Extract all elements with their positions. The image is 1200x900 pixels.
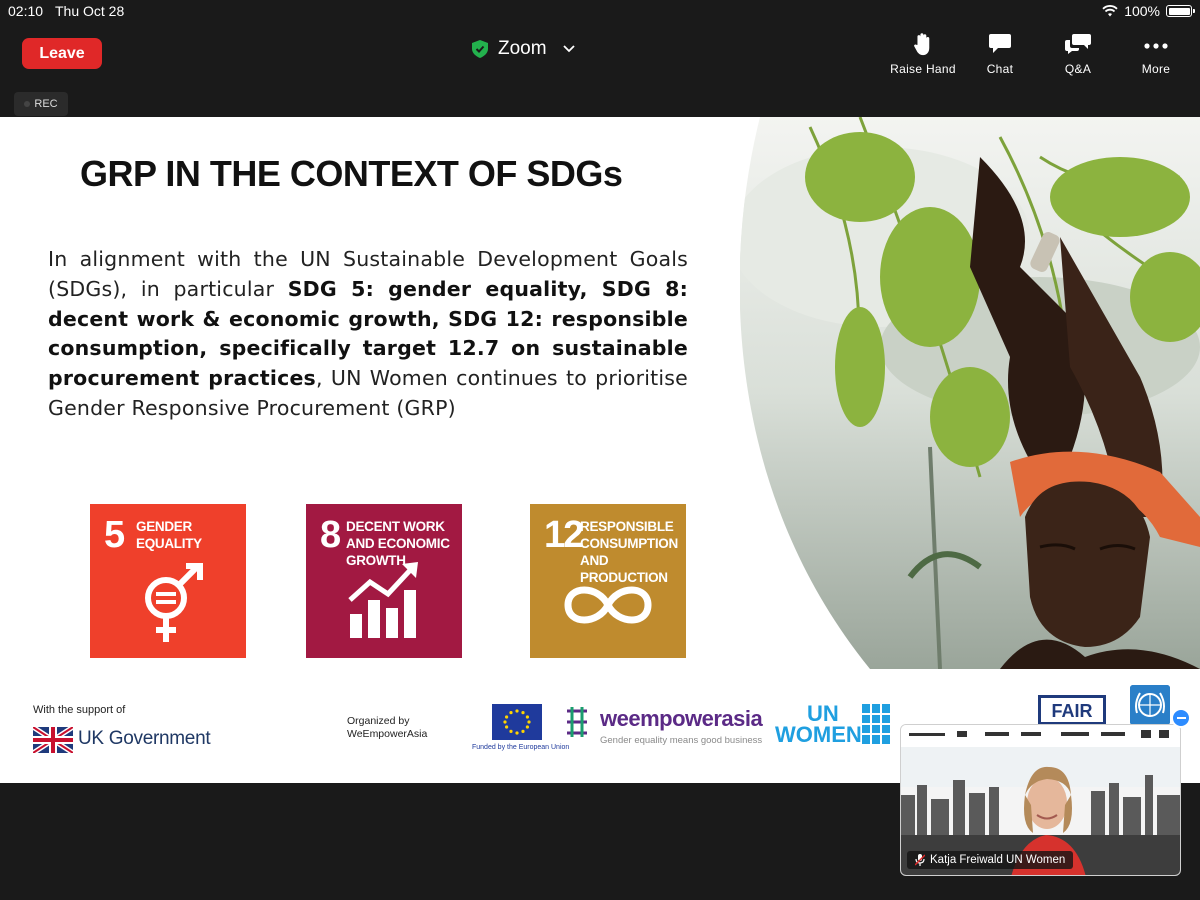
more-button[interactable]: More	[1117, 32, 1195, 76]
economic-growth-icon	[348, 562, 418, 638]
participant-video-thumbnail[interactable]: Katja Freiwald UN Women	[900, 724, 1181, 876]
sdg-8-tile: 8 DECENT WORK AND ECONOMIC GROWTH	[306, 504, 462, 658]
record-dot-icon	[24, 101, 31, 107]
minimize-video-button[interactable]	[1171, 708, 1191, 728]
weempowerasia-logo: weempowerasia	[600, 706, 763, 731]
sdg-5-label: GENDER EQUALITY	[136, 519, 202, 551]
chevron-down-icon	[562, 45, 575, 53]
raise-hand-icon	[914, 33, 930, 56]
more-label: More	[1141, 62, 1171, 76]
organizer-block: Organized by WeEmpowerAsia	[347, 715, 427, 741]
battery-icon	[1166, 5, 1195, 17]
qa-icon	[1065, 34, 1091, 54]
infinity-loop-icon	[564, 586, 652, 624]
un-women-emblem-icon	[862, 704, 890, 744]
uk-government-logo: UK Government	[78, 728, 211, 749]
un-women-logo: UN WOMEN	[775, 701, 862, 747]
meeting-toolbar: Leave Zoom Raise Hand Chat Q&A More	[0, 24, 1200, 82]
chat-label: Chat	[986, 62, 1014, 76]
un-women-line2: WOMEN	[775, 722, 862, 747]
meeting-title: Zoom	[498, 38, 547, 59]
gender-equality-icon	[145, 563, 203, 642]
un-women-line1: UN	[807, 701, 839, 726]
eu-flag-icon	[492, 704, 542, 740]
weempowerasia-tagline: Gender equality means good business	[600, 735, 763, 746]
leave-button[interactable]: Leave	[22, 38, 102, 69]
status-bar: 02:10 Thu Oct 28 100%	[0, 0, 1200, 24]
weempowerasia-mark-icon	[567, 707, 587, 737]
un-emblem-icon	[1130, 685, 1170, 725]
support-text: With the support of	[33, 704, 126, 716]
participant-name: Katja Freiwald UN Women	[930, 854, 1066, 866]
shared-slide: GRP IN THE CONTEXT OF SDGs In alignment …	[0, 117, 1200, 783]
organizer-name: WeEmpowerAsia	[347, 728, 428, 740]
participant-name-tag: Katja Freiwald UN Women	[907, 851, 1074, 869]
sdg-8-number: 8	[320, 514, 341, 556]
shield-check-icon	[472, 40, 488, 58]
organized-by-label: Organized by	[347, 715, 410, 727]
slide-body: In alignment with the UN Sustainable Dev…	[48, 245, 688, 424]
sdg-5-tile: 5 GENDER EQUALITY	[90, 504, 246, 658]
fair-logo: FAIR	[1038, 695, 1106, 725]
muted-mic-icon	[915, 854, 925, 866]
qa-button[interactable]: Q&A	[1039, 32, 1117, 76]
status-date: Thu Oct 28	[55, 3, 125, 19]
more-dots-icon	[1144, 43, 1168, 49]
wifi-icon	[1102, 5, 1118, 17]
chat-button[interactable]: Chat	[961, 32, 1039, 76]
eu-funding-caption: Funded by the European Union	[472, 744, 570, 751]
sdg-5-number: 5	[104, 514, 125, 556]
recording-bar: REC	[0, 82, 1200, 117]
raise-hand-label: Raise Hand	[890, 62, 956, 76]
woman-harvesting-photo	[740, 117, 1200, 669]
raise-hand-button[interactable]: Raise Hand	[884, 32, 962, 76]
slide-title: GRP IN THE CONTEXT OF SDGs	[80, 153, 623, 194]
recording-indicator[interactable]: REC	[14, 92, 68, 116]
battery-percent: 100%	[1124, 3, 1160, 19]
status-right: 100%	[1102, 3, 1195, 19]
recording-label: REC	[34, 98, 58, 110]
qa-label: Q&A	[1064, 62, 1092, 76]
uk-flag-icon	[33, 727, 73, 753]
chat-icon	[989, 34, 1011, 53]
sdg-12-tile: 12 RESPONSIBLE CONSUMPTION AND PRODUCTIO…	[530, 504, 686, 658]
sdg-12-number: 12	[544, 514, 584, 556]
status-time: 02:10	[8, 3, 44, 19]
sdg-12-label: RESPONSIBLE CONSUMPTION AND PRODUCTION	[580, 519, 678, 585]
meeting-title-dropdown[interactable]: Zoom	[472, 38, 575, 60]
